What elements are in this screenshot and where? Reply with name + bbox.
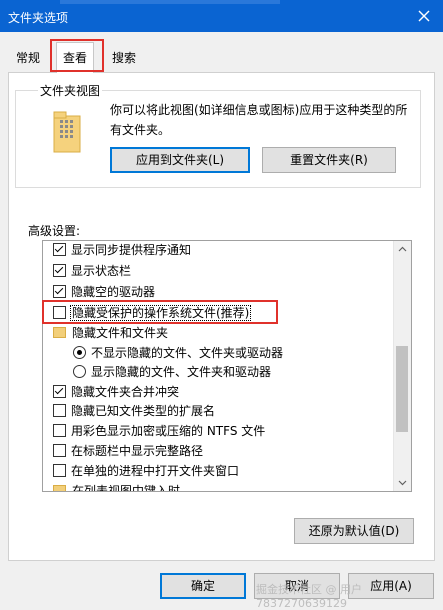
tree-item[interactable]: 隐藏已知文件类型的扩展名 [53, 402, 215, 421]
checkbox[interactable] [53, 243, 66, 256]
advanced-settings-tree[interactable]: 显示同步提供程序通知 显示状态栏 隐藏空的驱动器 隐藏受保护的操作系统文件(推荐… [42, 240, 412, 492]
tree-item[interactable]: 显示同步提供程序通知 [53, 241, 191, 260]
scroll-thumb[interactable] [396, 346, 408, 432]
tree-item-label: 在单独的进程中打开文件夹窗口 [71, 464, 240, 478]
apply-to-folders-button[interactable]: 应用到文件夹(L) [110, 147, 250, 173]
tree-item-label: 显示同步提供程序通知 [71, 243, 192, 257]
reset-folders-button[interactable]: 重置文件夹(R) [262, 147, 396, 173]
tree-item-label: 隐藏文件和文件夹 [72, 326, 169, 340]
tree-item[interactable]: 显示状态栏 [53, 262, 131, 281]
scroll-down-icon[interactable] [394, 474, 411, 491]
tab-view-highlight-box [50, 39, 104, 72]
tree-item-label: 显示状态栏 [71, 264, 132, 278]
tree-item[interactable]: 在标题栏中显示完整路径 [53, 442, 203, 461]
tree-item-label: 隐藏已知文件类型的扩展名 [71, 404, 216, 418]
checkbox[interactable] [53, 404, 66, 417]
tree-scrollbar[interactable] [393, 241, 411, 491]
tree-item-label: 在列表视图中键入时 [72, 484, 181, 492]
tree-item-label: 隐藏空的驱动器 [71, 285, 156, 299]
tree-item[interactable]: 在单独的进程中打开文件夹窗口 [53, 462, 239, 481]
folder-icon [53, 485, 66, 491]
tree-item-label: 在标题栏中显示完整路径 [71, 444, 204, 458]
checkbox[interactable] [53, 444, 66, 457]
tree-item-label: 用彩色显示加密或压缩的 NTFS 文件 [71, 424, 266, 438]
tree-item[interactable]: 隐藏文件夹合并冲突 [53, 383, 179, 402]
tree-item-label: 显示隐藏的文件、文件夹和驱动器 [91, 365, 272, 379]
tree-item-label: 不显示隐藏的文件、文件夹或驱动器 [91, 346, 284, 360]
advanced-settings-label: 高级设置: [28, 224, 81, 238]
tab-general[interactable]: 常规 [10, 46, 47, 70]
radio-button[interactable] [73, 346, 86, 359]
tree-item[interactable]: 用彩色显示加密或压缩的 NTFS 文件 [53, 422, 265, 441]
hide-protected-files-highlight-box [42, 300, 278, 324]
window-title: 文件夹选项 [8, 11, 69, 25]
tree-item-label: 隐藏文件夹合并冲突 [71, 385, 180, 399]
folder-views-description: 你可以将此视图(如详细信息或图标)应用于这种类型的所有文件夹。 [110, 103, 408, 137]
radio-button[interactable] [73, 365, 86, 378]
folder-view-icon [53, 111, 81, 153]
close-icon[interactable] [411, 3, 437, 29]
background-window-strip [60, 0, 280, 4]
scroll-up-icon[interactable] [394, 241, 411, 258]
watermark-text: 掘金技术社区 @ 用户7837270639129 [256, 583, 362, 610]
tree-folder-typing-in-list: 在列表视图中键入时 [53, 482, 181, 492]
title-bar: 文件夹选项 [0, 0, 443, 32]
folder-icon [53, 327, 66, 338]
folder-views-title: 文件夹视图 [38, 82, 103, 99]
checkbox[interactable] [53, 385, 66, 398]
checkbox[interactable] [53, 285, 66, 298]
restore-defaults-button[interactable]: 还原为默认值(D) [294, 518, 414, 544]
tree-item[interactable]: 显示隐藏的文件、文件夹和驱动器 [73, 363, 271, 382]
tree-folder-hidden-files: 隐藏文件和文件夹 [53, 324, 168, 343]
checkbox[interactable] [53, 264, 66, 277]
tree-item[interactable]: 不显示隐藏的文件、文件夹或驱动器 [73, 344, 283, 363]
tab-search[interactable]: 搜索 [106, 46, 143, 70]
checkbox[interactable] [53, 464, 66, 477]
ok-button[interactable]: 确定 [160, 573, 246, 599]
checkbox[interactable] [53, 424, 66, 437]
